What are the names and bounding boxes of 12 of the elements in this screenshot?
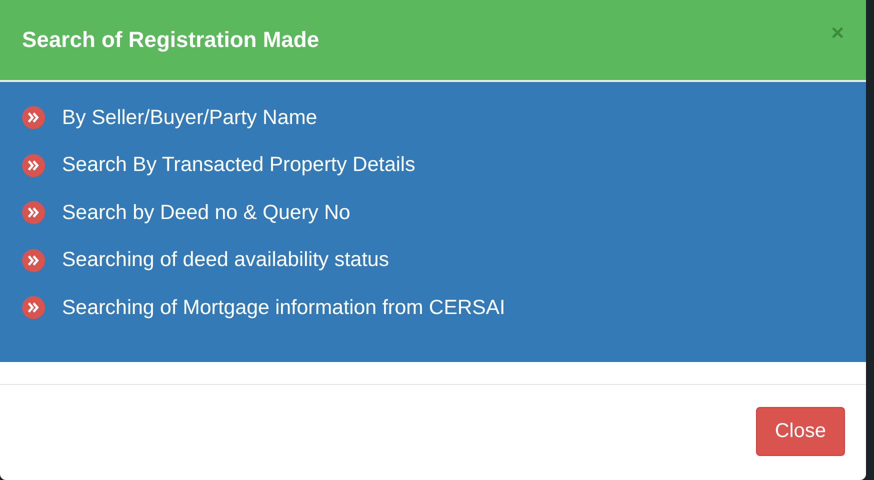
list-item: Searching of Mortgage information from CERSAI (62, 296, 506, 320)
double-chevron-icon (22, 248, 45, 272)
list-item: Search By Transacted Property Details (62, 153, 416, 178)
double-chevron-icon (22, 296, 45, 320)
list-item: Searching of deed availability status (62, 248, 390, 272)
list-item: Search by Deed no & Query No (62, 200, 350, 225)
list-item: By Seller/Buyer/Party Name (62, 106, 318, 130)
double-chevron-icon (22, 154, 45, 177)
double-chevron-icon (22, 201, 45, 224)
close-button[interactable]: Close (756, 407, 845, 456)
dialog-title: Search of Registration Made (22, 27, 320, 53)
double-chevron-icon (22, 106, 45, 130)
